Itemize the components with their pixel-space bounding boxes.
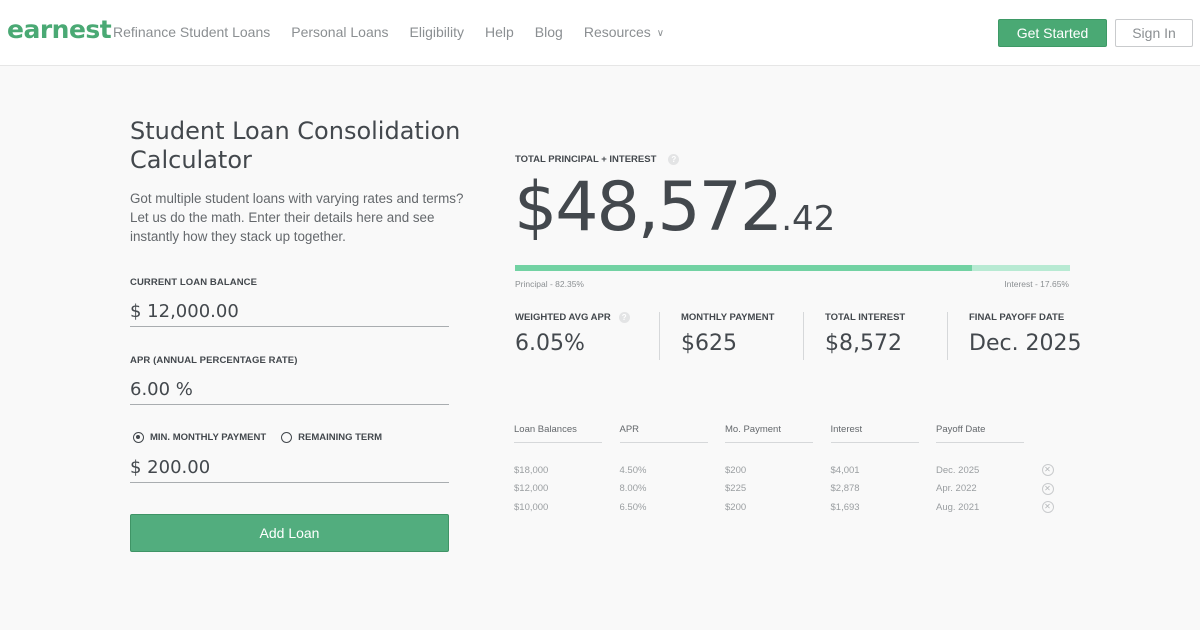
cell-interest: $1,693 [830,501,860,513]
loans-table-header: Loan Balances APR Mo. Payment Interest P… [514,424,1054,443]
summary-stats: WEIGHTED AVG APR? 6.05% MONTHLY PAYMENT … [515,312,1091,360]
sign-in-button[interactable]: Sign In [1115,19,1193,47]
get-started-button[interactable]: Get Started [998,19,1107,47]
cell-balance: $12,000 [514,483,549,495]
stat-label: TOTAL INTEREST [825,312,906,323]
stat-value: $8,572 [825,331,902,356]
loan-balance-label: CURRENT LOAN BALANCE [130,277,258,288]
apr-input[interactable] [130,375,449,405]
help-icon[interactable]: ? [618,312,630,323]
cell-interest: $4,001 [830,464,860,476]
cell-payoff-date: Aug. 2021 [936,501,980,513]
chevron-down-icon: ∨ [656,28,665,39]
nav-personal-loans[interactable]: Personal Loans [291,24,388,40]
remove-loan-icon[interactable]: ✕ [1041,501,1054,514]
top-navigation-bar: earnest Refinance Student Loans Personal… [0,0,1200,66]
main-nav: Refinance Student Loans Personal Loans E… [113,24,685,40]
table-row: $10,000 6.50% $200 $1,693 Aug. 2021 ✕ [514,498,1054,517]
stat-weighted-avg-apr: WEIGHTED AVG APR? 6.05% [515,312,659,360]
nav-refinance-student-loans[interactable]: Refinance Student Loans [113,24,270,40]
remaining-term-label: REMAINING TERM [298,432,383,443]
loan-balance-input[interactable] [130,297,449,327]
cell-apr: 8.00% [619,483,647,495]
min-monthly-payment-label: MIN. MONTHLY PAYMENT [150,432,267,443]
remove-loan-icon[interactable]: ✕ [1041,464,1054,477]
column-header-mo-payment: Mo. Payment [725,424,813,443]
stat-value: Dec. 2025 [969,331,1082,356]
apr-label: APR (ANNUAL PERCENTAGE RATE) [130,355,298,366]
stat-monthly-payment: MONTHLY PAYMENT $625 [659,312,803,360]
stat-label: MONTHLY PAYMENT [681,312,775,323]
remaining-term-option[interactable]: REMAINING TERM [281,432,382,443]
principal-percent-label: Principal - 82.35% [515,279,584,289]
monthly-payment-input[interactable] [130,453,449,483]
nav-resources-label: Resources [583,24,651,40]
stat-label: WEIGHTED AVG APR [515,312,611,323]
cell-payoff-date: Apr. 2022 [936,483,977,495]
column-header-apr: APR [619,424,708,443]
page-title: Student Loan Consolidation Calculator [130,117,461,174]
payment-type-radio-group: MIN. MONTHLY PAYMENT REMAINING TERM [133,432,397,443]
stat-label: FINAL PAYOFF DATE [969,312,1065,323]
cell-balance: $18,000 [514,464,549,476]
remaining-term-radio[interactable] [281,432,293,443]
principal-bar-fill [515,265,973,271]
cell-payment: $200 [725,464,747,476]
principal-interest-bar [515,265,1070,271]
cell-balance: $10,000 [514,501,549,513]
nav-help[interactable]: Help [485,24,514,40]
nav-eligibility[interactable]: Eligibility [410,24,464,40]
total-principal-interest-label: TOTAL PRINCIPAL + INTEREST ? [515,154,680,165]
cell-interest: $2,878 [830,483,860,495]
total-label-text: TOTAL PRINCIPAL + INTEREST [515,154,657,165]
stat-value: 6.05% [515,331,585,356]
page-description: Got multiple student loans with varying … [130,191,464,244]
stat-total-interest: TOTAL INTEREST $8,572 [803,312,947,360]
interest-percent-label: Interest - 17.65% [1004,279,1069,289]
cell-payment: $200 [725,501,747,513]
total-cents: .42 [781,199,836,239]
min-monthly-payment-radio[interactable] [133,432,144,443]
min-monthly-payment-option[interactable]: MIN. MONTHLY PAYMENT [133,432,266,443]
column-header-loan-balances: Loan Balances [514,424,602,443]
cell-payoff-date: Dec. 2025 [936,464,980,476]
nav-resources[interactable]: Resources ∨ [584,24,664,40]
table-row: $12,000 8.00% $225 $2,878 Apr. 2022 ✕ [514,480,1054,499]
total-whole: $48,572 [514,168,783,247]
add-loan-button[interactable]: Add Loan [130,514,449,552]
stat-final-payoff-date: FINAL PAYOFF DATE Dec. 2025 [947,312,1091,360]
remove-loan-icon[interactable]: ✕ [1041,482,1054,495]
column-header-payoff-date: Payoff Date [936,424,1024,443]
cell-apr: 6.50% [619,501,647,513]
column-header-interest: Interest [830,424,919,443]
loans-table: Loan Balances APR Mo. Payment Interest P… [514,424,1054,517]
stat-value: $625 [681,331,737,356]
cell-apr: 4.50% [619,464,647,476]
cell-payment: $225 [725,483,747,495]
total-principal-interest-value: $48,572.42 [514,168,835,247]
help-icon[interactable]: ? [668,154,680,165]
table-row: $18,000 4.50% $200 $4,001 Dec. 2025 ✕ [514,461,1054,480]
earnest-logo[interactable]: earnest [7,15,112,44]
nav-blog[interactable]: Blog [535,24,563,40]
